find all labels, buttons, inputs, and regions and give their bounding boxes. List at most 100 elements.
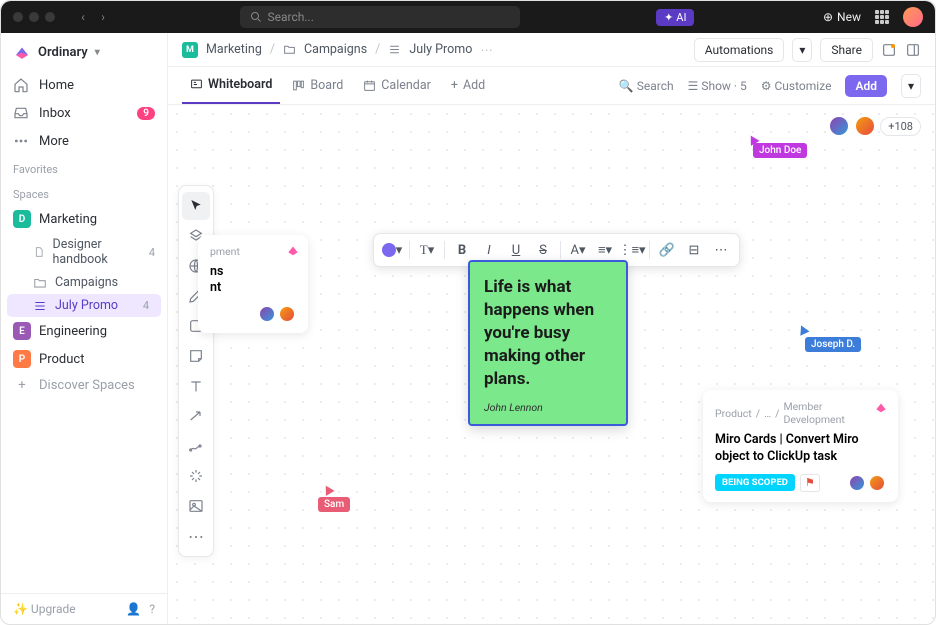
collaborators[interactable]: +108 <box>828 115 921 137</box>
workspace-switcher[interactable]: Ordinary▾ <box>1 33 167 71</box>
doc-icon <box>33 245 45 259</box>
status-tag: BEING SCOPED <box>715 474 795 491</box>
more-collaborators[interactable]: +108 <box>880 117 921 136</box>
forward-icon: › <box>95 10 111 24</box>
search-view[interactable]: 🔍 Search <box>619 79 674 93</box>
discover-spaces[interactable]: +Discover Spaces <box>1 373 167 398</box>
nav-home[interactable]: Home <box>1 71 167 99</box>
task-card[interactable]: pment nsnt <box>198 235 308 333</box>
add-button[interactable]: Add <box>845 75 887 97</box>
nav-more[interactable]: More <box>1 127 167 155</box>
list-icon <box>33 299 47 313</box>
tab-board[interactable]: Board <box>284 67 351 104</box>
space-product[interactable]: PProduct <box>1 345 167 373</box>
list-icon <box>388 43 401 56</box>
upgrade-button[interactable]: ✨ Upgrade <box>13 602 76 616</box>
add-view[interactable]: + Add <box>443 67 493 104</box>
user-avatar[interactable] <box>903 7 923 27</box>
link-button[interactable]: 🔗 <box>654 237 680 263</box>
help-icon[interactable]: ? <box>149 602 155 616</box>
convert-button[interactable]: ⊟ <box>681 237 707 263</box>
sticky-quote: Life is what happens when you're busy ma… <box>484 276 612 391</box>
search-placeholder: Search... <box>268 10 314 24</box>
view-tabs: Whiteboard Board Calendar + Add 🔍 Search… <box>168 67 935 105</box>
history-nav[interactable]: ‹› <box>75 10 111 24</box>
inbox-icon <box>13 105 29 121</box>
spaces-label: Spaces <box>1 180 167 205</box>
breadcrumb-bar: M Marketing / Campaigns / July Promo ⋯ A… <box>168 33 935 67</box>
global-search[interactable]: Search... <box>240 6 520 28</box>
font-size[interactable]: T▾ <box>414 237 440 263</box>
task-card[interactable]: Product / … / Member Development Miro Ca… <box>703 390 898 502</box>
tab-calendar[interactable]: Calendar <box>355 67 439 104</box>
sticky-note[interactable]: Life is what happens when you're busy ma… <box>468 260 628 426</box>
automations-button[interactable]: Automations <box>694 38 785 62</box>
nav-inbox[interactable]: Inbox9 <box>1 99 167 127</box>
add-dropdown[interactable]: ▾ <box>901 74 921 98</box>
space-marketing[interactable]: DMarketing <box>1 205 167 233</box>
crumb-space[interactable]: Marketing <box>206 42 262 57</box>
sidebar-item-july-promo[interactable]: July Promo4 <box>7 294 161 317</box>
card-title: nsnt <box>210 264 296 297</box>
favorites-label: Favorites <box>1 155 167 180</box>
board-icon <box>292 79 305 92</box>
traffic-lights <box>13 12 55 22</box>
sidebar: Ordinary▾ Home Inbox9 More Favorites Spa… <box>1 33 168 624</box>
more-format[interactable]: ⋯ <box>708 237 734 263</box>
tab-whiteboard[interactable]: Whiteboard <box>182 67 280 104</box>
titlebar: ‹› Search... ✦ AI ⊕ New <box>1 1 935 33</box>
more-tools[interactable]: ⋯ <box>182 522 210 550</box>
avatar <box>848 474 866 492</box>
whiteboard-canvas[interactable]: +108 ⋯ pment nsnt <box>168 105 935 624</box>
avatar <box>278 305 296 323</box>
clickup-icon <box>874 400 888 414</box>
back-icon: ‹ <box>75 10 91 24</box>
panel-icon[interactable] <box>905 42 921 58</box>
content-area: M Marketing / Campaigns / July Promo ⋯ A… <box>168 33 935 624</box>
customize-button[interactable]: ⚙ Customize <box>761 79 832 93</box>
crumb-folder[interactable]: Campaigns <box>304 42 367 57</box>
avatar[interactable] <box>854 115 876 137</box>
card-title: Miro Cards | Convert Miro object to Clic… <box>715 432 886 466</box>
sticky-author: John Lennon <box>484 401 612 414</box>
more-icon[interactable]: ⋯ <box>480 42 493 58</box>
cursor-icon <box>797 323 810 335</box>
show-filter[interactable]: ☰ Show · 5 <box>688 79 747 93</box>
crumb-list[interactable]: July Promo <box>409 42 472 57</box>
home-icon <box>13 77 29 93</box>
sidebar-footer: ✨ Upgrade 👤 ? <box>1 593 167 624</box>
cursor-label: Sam <box>318 497 350 512</box>
inbox-badge: 9 <box>137 107 155 120</box>
flag-icon[interactable]: ⚑ <box>800 474 820 492</box>
more-icon <box>13 133 29 149</box>
chart-tool[interactable] <box>182 432 210 460</box>
whiteboard-icon <box>190 78 203 91</box>
sidebar-item-campaigns[interactable]: Campaigns <box>1 271 167 294</box>
person-icon[interactable]: 👤 <box>126 602 141 616</box>
apps-icon[interactable] <box>875 10 889 24</box>
sidebar-item-handbook[interactable]: Designer handbook4 <box>1 233 167 271</box>
ai-button[interactable]: ✦ AI <box>656 9 694 26</box>
cursor-label: John Doe <box>753 143 807 158</box>
avatar[interactable] <box>828 115 850 137</box>
space-badge: M <box>182 42 198 58</box>
folder-icon <box>33 276 47 290</box>
text-tool[interactable] <box>182 372 210 400</box>
folder-icon <box>283 43 296 56</box>
space-engineering[interactable]: EEngineering <box>1 317 167 345</box>
pointer-tool[interactable] <box>182 192 210 220</box>
chevron-down-icon: ▾ <box>95 47 100 58</box>
share-button[interactable]: Share <box>820 38 873 62</box>
cursor-icon <box>321 483 334 496</box>
color-picker[interactable]: ▾ <box>379 237 405 263</box>
new-button[interactable]: ⊕ New <box>823 10 861 24</box>
sticky-tool[interactable] <box>182 342 210 370</box>
search-icon <box>250 11 262 23</box>
connector-tool[interactable] <box>182 402 210 430</box>
automations-dropdown[interactable]: ▾ <box>792 38 812 62</box>
ai-tool[interactable] <box>182 462 210 490</box>
image-tool[interactable] <box>182 492 210 520</box>
cursor-label: Joseph D. <box>805 337 861 352</box>
activity-icon[interactable] <box>881 42 897 58</box>
avatar <box>868 474 886 492</box>
